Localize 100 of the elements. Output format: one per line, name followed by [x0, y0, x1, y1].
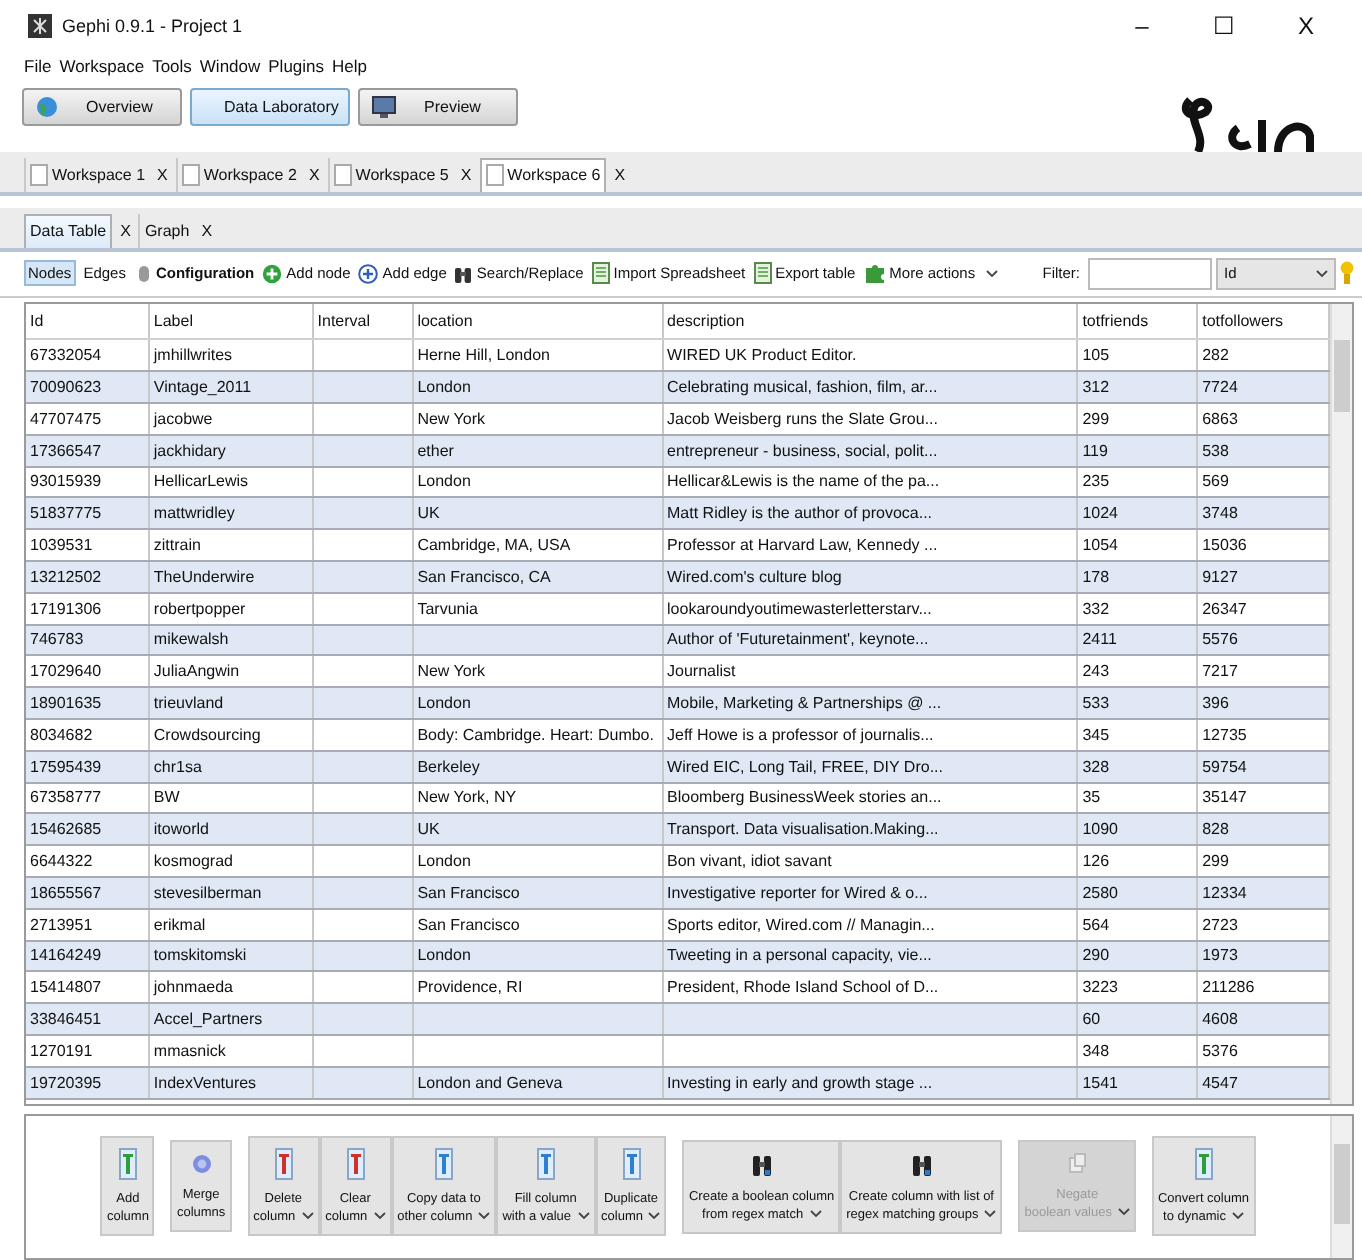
binoculars-icon — [911, 1151, 932, 1178]
table-cell: jacobwe — [153, 409, 213, 428]
menu-item[interactable]: Help — [328, 55, 372, 76]
table-cell: 538 — [1202, 441, 1229, 460]
table-cell: 4608 — [1202, 1010, 1238, 1029]
table-cell: 51837775 — [30, 504, 102, 523]
menu-item[interactable]: File — [20, 55, 56, 76]
table-cell: Hellicar&Lewis is the name of the pa... — [667, 472, 940, 491]
view-tab[interactable]: Data Table — [24, 213, 113, 248]
workspace-tab[interactable]: Workspace 2 — [175, 157, 301, 192]
close-button[interactable]: X — [452, 157, 480, 192]
table-cell: 2723 — [1202, 915, 1238, 934]
table-cell: San Francisco — [417, 883, 520, 902]
table-cell: Matt Ridley is the author of provoca... — [667, 504, 933, 523]
table-cell: BW — [153, 788, 180, 807]
table-cell: 299 — [1082, 409, 1110, 428]
table-cell: 93015939 — [30, 472, 102, 491]
table-cell: 35147 — [1202, 788, 1247, 807]
table-cell: 178 — [1082, 567, 1110, 586]
table-cell: johnmaeda — [153, 978, 233, 997]
maximize-button[interactable]: ☐ — [1188, 11, 1260, 40]
perspective-tab[interactable]: Preview — [358, 87, 518, 126]
table-cell: 70090623 — [30, 378, 102, 397]
table-cell: 17029640 — [30, 662, 102, 681]
globe-icon — [36, 95, 58, 118]
minimize-button[interactable]: – — [1106, 11, 1178, 40]
table-cell: erikmal — [153, 915, 206, 934]
table-cell: 290 — [1082, 946, 1110, 965]
table-cell: Investigative reporter for Wired & o... — [667, 883, 928, 902]
table-cell: San Francisco — [417, 915, 520, 934]
table-cell: UK — [417, 504, 440, 523]
table-cell: 47707475 — [30, 409, 102, 428]
table-cell: Providence, RI — [417, 978, 523, 997]
caret-icon — [301, 1212, 314, 1221]
window-title: Gephi 0.9.1 - Project 1 — [62, 15, 243, 36]
table-cell: London — [417, 946, 471, 965]
close-button[interactable]: X — [300, 157, 328, 192]
table-cell: UK — [417, 820, 440, 839]
caret-icon — [985, 269, 998, 278]
table-cell: London — [417, 378, 471, 397]
menu-item[interactable]: Plugins — [264, 55, 329, 76]
table-cell: Accel_Partners — [153, 1010, 263, 1029]
column-header[interactable]: Label — [149, 304, 314, 339]
table-cell: jackhidary — [153, 441, 226, 460]
table-cell: 12334 — [1202, 883, 1247, 902]
table-cell: itoworld — [153, 820, 209, 839]
column-header[interactable]: description — [663, 304, 1079, 339]
spreadsheet-icon — [753, 262, 772, 285]
plus-circle-icon — [358, 263, 379, 284]
close-button[interactable]: X — [112, 213, 139, 248]
table-cell: 15462685 — [30, 820, 102, 839]
table-cell: New York, NY — [417, 788, 517, 807]
table-cell: 1541 — [1082, 1073, 1118, 1092]
table-cell: 67358777 — [30, 788, 102, 807]
menu-item[interactable]: Window — [195, 55, 265, 76]
caret-icon — [809, 1209, 822, 1218]
perspective-tab[interactable]: Overview — [22, 87, 182, 126]
perspective-tab[interactable]: Data Laboratory — [190, 87, 350, 126]
close-button[interactable]: X — [1270, 11, 1342, 40]
column-header[interactable]: location — [413, 304, 664, 339]
table-cell: 345 — [1082, 725, 1110, 744]
menu-item[interactable]: Workspace — [55, 55, 149, 76]
table-cell: 15036 — [1202, 536, 1247, 555]
table-cell: 33846451 — [30, 1010, 102, 1029]
table-cell: Tarvunia — [417, 599, 478, 618]
close-button[interactable]: X — [193, 213, 221, 248]
column-header[interactable]: Interval — [313, 304, 414, 339]
close-button[interactable]: X — [606, 157, 634, 192]
table-cell: 17366547 — [30, 441, 102, 460]
workspace-tab[interactable]: Workspace 5 — [327, 157, 453, 192]
view-tab[interactable]: Graph — [138, 213, 194, 248]
lightbulb-icon — [1340, 260, 1354, 287]
menu-item[interactable]: Tools — [148, 55, 196, 76]
table-cell: 18901635 — [30, 694, 102, 713]
table-cell: 211286 — [1202, 978, 1255, 997]
table-cell: 1973 — [1202, 946, 1238, 965]
table-cell: mmasnick — [153, 1041, 226, 1060]
table-cell: 2580 — [1082, 883, 1118, 902]
table-cell: Body: Cambridge. Heart: Dumbo. — [417, 725, 654, 744]
document-icon — [1067, 1152, 1088, 1177]
table-cell: New York — [417, 662, 485, 681]
column-header[interactable]: Id — [26, 304, 150, 339]
caret-icon — [1117, 1208, 1130, 1217]
column-header[interactable]: totfriends — [1078, 304, 1199, 339]
table-cell: Professor at Harvard Law, Kennedy ... — [667, 536, 938, 555]
scrollbar[interactable] — [1330, 1115, 1352, 1258]
close-button[interactable]: X — [149, 157, 176, 192]
table-cell: HellicarLewis — [153, 472, 249, 491]
filter-field[interactable] — [1088, 257, 1212, 290]
plus-circle-icon — [262, 263, 283, 284]
table-cell: jmhillwrites — [153, 346, 233, 365]
workspace-tab[interactable]: Workspace 6 — [479, 157, 607, 192]
table-cell: Cambridge, MA, USA — [417, 536, 571, 555]
table-cell: tomskitomski — [153, 946, 247, 965]
table-cell: 1024 — [1082, 504, 1118, 523]
workspace-tab[interactable]: Workspace 1 — [24, 157, 150, 192]
table-cell: Jeff Howe is a professor of journalis... — [667, 725, 934, 744]
scrollbar[interactable] — [1330, 304, 1352, 1104]
table-cell: robertpopper — [153, 599, 246, 618]
table-cell: 746783 — [30, 630, 84, 649]
